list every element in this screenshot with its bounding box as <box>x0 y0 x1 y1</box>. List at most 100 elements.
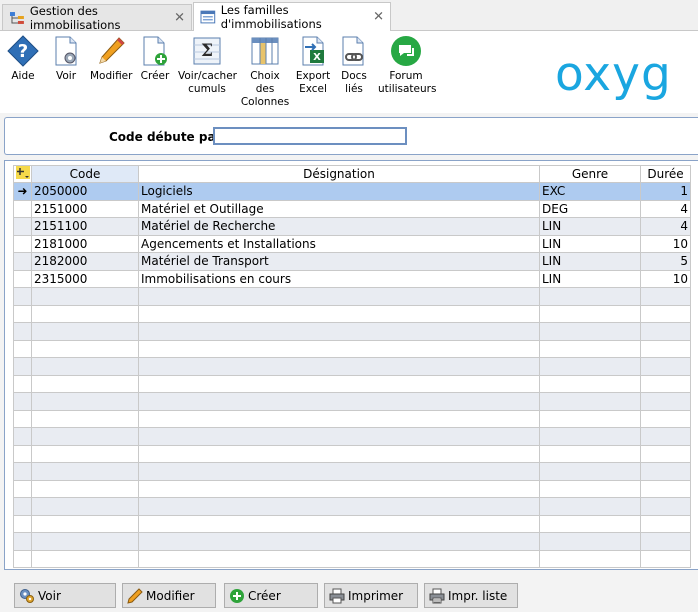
linked-document-icon <box>342 36 364 66</box>
voir-cacher-cumuls-button[interactable]: Σ Voir/cacher cumuls <box>178 35 237 96</box>
cell-code[interactable]: 2151100 <box>31 217 139 236</box>
tab-label: Les familles d'immobilisations <box>220 3 322 31</box>
voir-button[interactable]: Voir <box>14 583 116 608</box>
voir-button[interactable]: Voir <box>48 35 84 83</box>
close-icon[interactable]: ✕ <box>174 10 185 25</box>
excel-icon: X <box>302 36 324 66</box>
empty-row <box>13 287 691 306</box>
columns-icon <box>251 37 279 65</box>
modifier-button[interactable]: Modifier <box>90 35 132 83</box>
creer-button[interactable]: Créer <box>224 583 318 608</box>
table-row[interactable]: 2182000 Matériel de Transport LIN 5 <box>13 252 691 271</box>
cell-code[interactable]: 2151000 <box>31 199 139 218</box>
column-header-designation[interactable]: Désignation <box>138 165 540 183</box>
table-row[interactable]: 2151000 Matériel et Outillage DEG 4 <box>13 199 691 218</box>
cell-duree[interactable]: 4 <box>640 199 691 218</box>
window-icon <box>200 10 216 24</box>
cell-designation[interactable]: Matériel et Outillage <box>138 199 540 218</box>
cell-genre[interactable]: DEG <box>539 199 641 218</box>
header-row: Code Désignation Genre Durée <box>13 165 691 183</box>
cell-genre[interactable]: LIN <box>539 252 641 271</box>
sum-icon: Σ <box>193 37 221 65</box>
cell-designation[interactable]: Logiciels <box>138 182 540 201</box>
empty-row <box>13 479 691 498</box>
data-table: Code Désignation Genre Durée ➜ 2050000 L… <box>13 165 691 568</box>
cell-designation[interactable]: Matériel de Recherche <box>138 217 540 236</box>
toolbar: ? Aide Voir Modifier Créer Σ Voir/cacher… <box>0 31 698 113</box>
aide-button[interactable]: ? Aide <box>4 35 42 83</box>
oxygene-logo: oxyg <box>555 47 672 102</box>
code-filter-label: Code débute par <box>109 130 222 144</box>
cell-code[interactable]: 2182000 <box>31 252 139 271</box>
cell-genre[interactable]: LIN <box>539 234 641 253</box>
table-row[interactable]: 2181000 Agencements et Installations LIN… <box>13 234 691 253</box>
cell-duree[interactable]: 10 <box>640 269 691 288</box>
gears-icon <box>20 588 34 603</box>
cell-designation[interactable]: Immobilisations en cours <box>138 269 540 288</box>
cell-designation[interactable]: Agencements et Installations <box>138 234 540 253</box>
cell-genre[interactable]: LIN <box>539 217 641 236</box>
help-icon: ? <box>7 35 39 67</box>
table-row[interactable]: 2151100 Matériel de Recherche LIN 4 <box>13 217 691 236</box>
column-header-genre[interactable]: Genre <box>539 165 641 183</box>
empty-rows <box>13 287 691 568</box>
empty-row <box>13 322 691 341</box>
cell-duree[interactable]: 5 <box>640 252 691 271</box>
cell-duree[interactable]: 10 <box>640 234 691 253</box>
empty-row <box>13 549 691 568</box>
tab-gestion-immobilisations[interactable]: Gestion des immobilisations ✕ <box>2 3 192 32</box>
close-icon[interactable]: ✕ <box>373 10 384 25</box>
svg-text:X: X <box>313 52 321 63</box>
docs-lies-button[interactable]: Docs liés <box>338 35 370 96</box>
table-row[interactable]: 2315000 Immobilisations en cours LIN 10 <box>13 269 691 288</box>
cell-genre[interactable]: LIN <box>539 269 641 288</box>
empty-row <box>13 497 691 516</box>
cell-designation[interactable]: Matériel de Transport <box>138 252 540 271</box>
empty-row <box>13 532 691 551</box>
pencil-icon <box>127 587 143 604</box>
printer-icon <box>329 588 345 603</box>
empty-row <box>13 304 691 323</box>
svg-text:?: ? <box>18 41 28 62</box>
empty-row <box>13 374 691 393</box>
empty-row <box>13 409 691 428</box>
modifier-button[interactable]: Modifier <box>122 583 216 608</box>
empty-row <box>13 514 691 533</box>
cell-duree[interactable]: 4 <box>640 217 691 236</box>
cell-code[interactable]: 2315000 <box>31 269 139 288</box>
cell-genre[interactable]: EXC <box>539 182 641 201</box>
cell-duree[interactable]: 1 <box>640 182 691 201</box>
tree-icon <box>9 11 24 24</box>
families-grid: Code Désignation Genre Durée ➜ 2050000 L… <box>4 160 698 570</box>
column-header-duree[interactable]: Durée <box>640 165 691 183</box>
plus-icon <box>15 166 30 179</box>
imprimer-liste-button[interactable]: Impr. liste <box>424 583 518 608</box>
document-gear-icon <box>55 36 77 66</box>
search-panel: Code débute par <box>4 117 698 155</box>
cell-code[interactable]: 2050000 <box>31 182 139 201</box>
svg-text:Σ: Σ <box>201 41 213 61</box>
new-document-icon <box>143 36 167 66</box>
table-row[interactable]: ➜ 2050000 Logiciels EXC 1 <box>13 182 691 201</box>
forum-utilisateurs-button[interactable]: Forum utilisateurs <box>378 35 436 96</box>
column-header-code[interactable]: Code <box>31 165 139 183</box>
empty-row <box>13 462 691 481</box>
tab-bar: Gestion des immobilisations ✕ Les famill… <box>0 0 698 32</box>
tab-label: Gestion des immobilisations <box>29 3 121 32</box>
empty-row <box>13 427 691 446</box>
imprimer-button[interactable]: Imprimer <box>324 583 418 608</box>
pencil-icon <box>99 37 125 64</box>
add-icon <box>230 588 244 603</box>
choix-colonnes-button[interactable]: Choix des Colonnes <box>240 35 290 109</box>
creer-button[interactable]: Créer <box>138 35 172 83</box>
empty-row <box>13 444 691 463</box>
current-row-arrow-icon: ➜ <box>13 182 32 201</box>
export-excel-button[interactable]: X Export Excel <box>294 35 332 96</box>
empty-row <box>13 339 691 358</box>
tab-familles-immobilisations[interactable]: Les familles d'immobilisations ✕ <box>193 2 391 31</box>
cell-code[interactable]: 2181000 <box>31 234 139 253</box>
empty-row <box>13 357 691 376</box>
code-filter-input[interactable] <box>213 127 407 145</box>
printer-list-icon <box>429 588 445 603</box>
add-column-icon[interactable] <box>13 165 32 183</box>
